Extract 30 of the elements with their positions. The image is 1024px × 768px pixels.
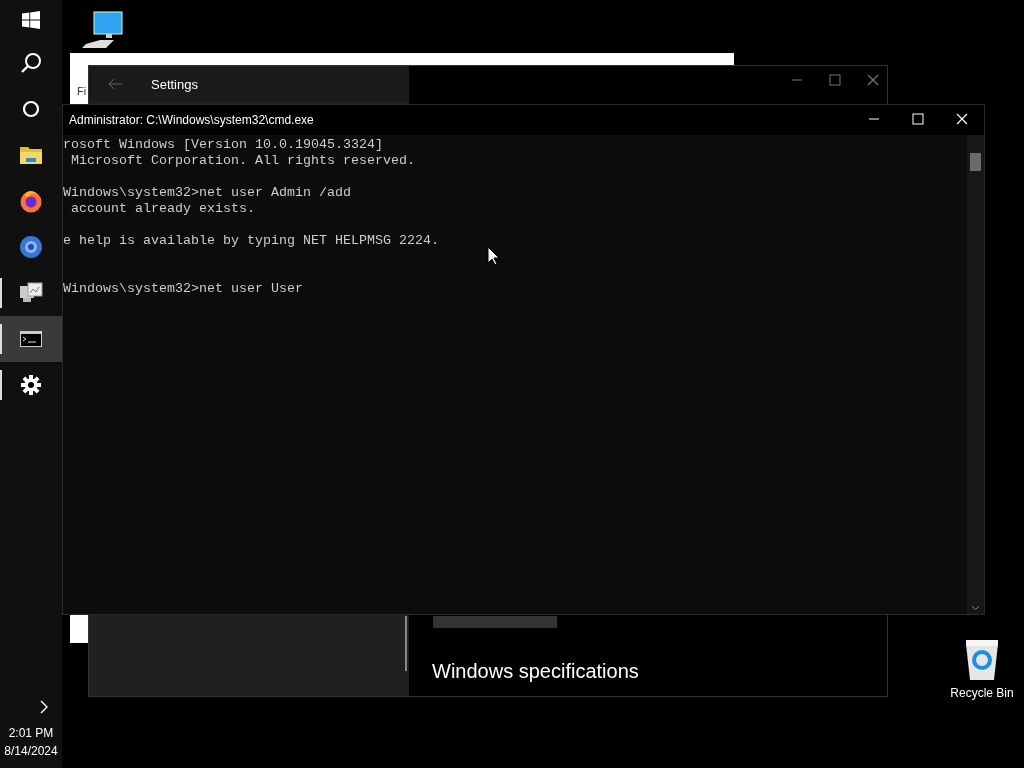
taskbar-button[interactable] xyxy=(0,316,62,362)
console-line: Microsoft Corporation. All rights reserved. xyxy=(70,153,416,169)
firefox-icon xyxy=(19,189,43,213)
scrollbar[interactable] xyxy=(405,616,407,671)
menu-text: Fi xyxy=(77,85,87,97)
console-line: rosoft Windows [Version 10.0.19045.3324] xyxy=(63,137,384,153)
settings-icon xyxy=(21,375,41,395)
scrollbar[interactable] xyxy=(967,135,984,614)
windows-logo-icon xyxy=(22,11,40,29)
browser-icon xyxy=(19,235,43,259)
clock-date[interactable]: 8/14/2024 xyxy=(4,742,58,760)
chevron-icon[interactable] xyxy=(40,700,48,714)
scroll-down-icon[interactable] xyxy=(971,605,980,611)
section-heading: Windows specifications xyxy=(432,660,639,683)
circle-icon xyxy=(22,100,40,118)
window-title: Settings xyxy=(151,76,198,92)
terminal-icon xyxy=(20,331,42,347)
clock-time[interactable]: 2:01 PM xyxy=(8,724,54,742)
back-arrow-icon[interactable] xyxy=(108,78,122,90)
console-line: Windows\system32>net user Admin /add xyxy=(63,185,352,201)
console-line: Windows\system32>net user User xyxy=(63,281,304,297)
search-icon xyxy=(20,52,42,74)
console-line: e help is available by typing NET HELPMSG 2224. xyxy=(63,233,440,249)
folder-icon xyxy=(20,146,42,164)
recycle-bin-label: Recycle Bin xyxy=(950,686,1014,700)
scrollbar-thumb[interactable] xyxy=(970,153,981,171)
window-title: Administrator: C:\Windows\system32\cmd.exe xyxy=(69,113,314,127)
mouse-pointer-icon xyxy=(487,246,499,266)
console-line: account already exists. xyxy=(70,201,256,217)
monitors-icon xyxy=(19,282,43,304)
